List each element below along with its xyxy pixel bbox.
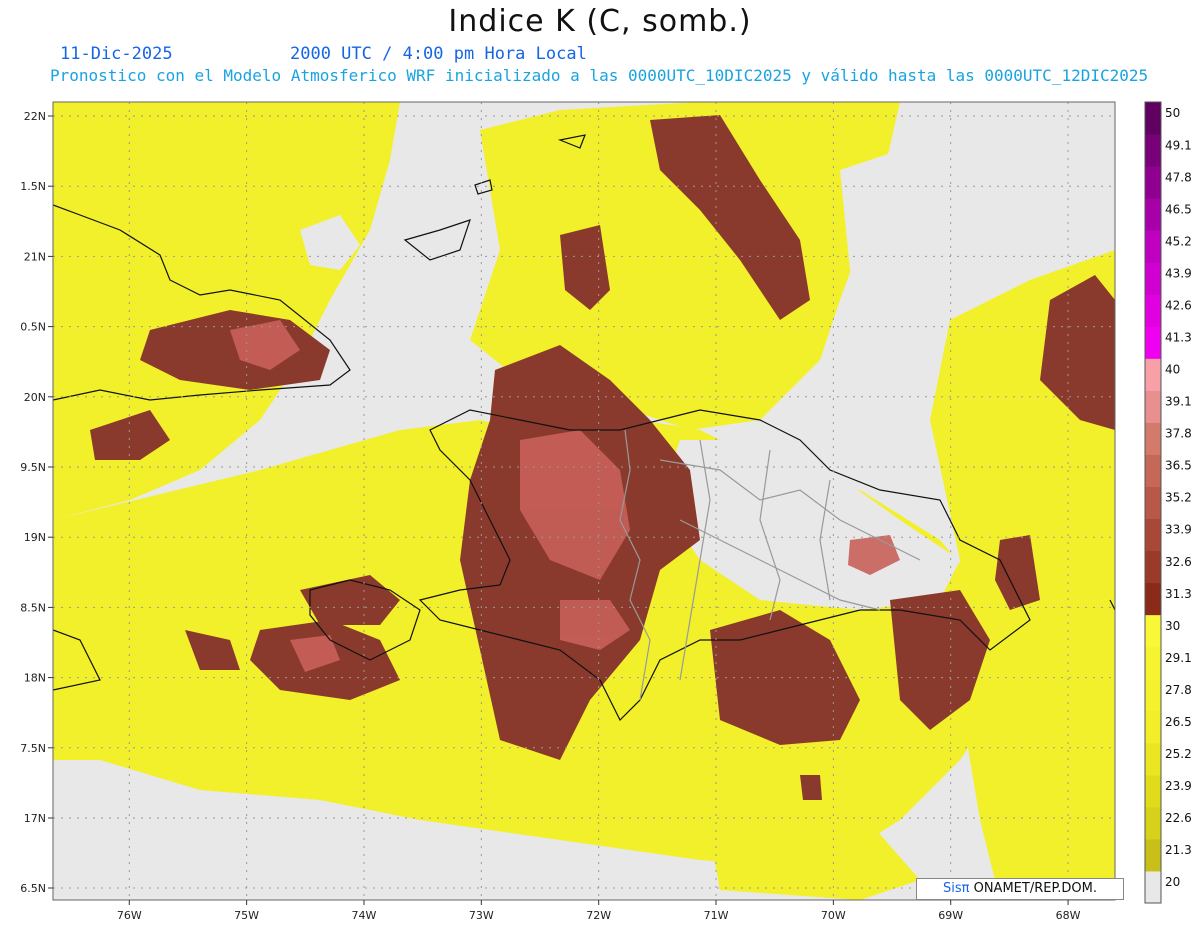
credit-brand: Sisπ [943, 881, 970, 896]
lat-tick-label: 17N [24, 812, 46, 825]
colorbar-swatch [1145, 614, 1161, 648]
color-legend: 20 21.3 22.6 23.9 25.2 26.5 27.8 29.1 30 31.3 32.6… [1144, 101, 1192, 904]
longitude-axis: 76W 75W 74W 73W 72W 71W 70W 69W 68W [117, 900, 1081, 922]
lat-tick-label: 9.5N [20, 461, 46, 474]
colorbar-swatch [1145, 806, 1161, 840]
lat-tick-label: 7.5N [20, 742, 46, 755]
brown-region-south-2 [800, 775, 822, 800]
lat-tick-label: 18N [24, 672, 46, 685]
colorbar-label: 33.9 [1165, 523, 1192, 537]
colorbar-label: 41.3 [1165, 330, 1192, 344]
colorbar-label: 21.3 [1165, 843, 1192, 857]
colorbar-label: 25.2 [1165, 747, 1192, 761]
lon-tick-label: 76W [117, 909, 142, 922]
colorbar-label: 31.3 [1165, 587, 1192, 601]
colorbar-swatch [1145, 166, 1161, 199]
lon-tick-label: 72W [586, 909, 611, 922]
colorbar-label: 39.1 [1165, 395, 1192, 409]
colorbar-swatch [1145, 390, 1161, 423]
colorbar-label: 26.5 [1165, 715, 1192, 729]
lat-tick-label: 0.5N [20, 321, 46, 334]
colorbar-label: 27.8 [1165, 683, 1192, 697]
colorbar-label: 23.9 [1165, 779, 1192, 793]
lat-tick-label: 1.5N [20, 180, 46, 193]
colorbar-label: 50 [1165, 106, 1180, 120]
colorbar-label: 36.5 [1165, 459, 1192, 473]
colorbar-swatch [1145, 646, 1161, 680]
colorbar-swatch [1145, 198, 1161, 231]
colorbar-swatch [1145, 486, 1161, 520]
lon-tick-label: 74W [352, 909, 377, 922]
colorbar-swatch [1145, 358, 1161, 391]
colorbar-swatch [1145, 582, 1161, 616]
colorbar-swatch [1145, 262, 1161, 295]
colorbar-label: 30 [1165, 619, 1180, 633]
lon-tick-label: 71W [704, 909, 729, 922]
lon-tick-label: 73W [469, 909, 494, 922]
lat-tick-label: 19N [24, 531, 46, 544]
lon-tick-label: 70W [821, 909, 846, 922]
colorbar-label: 32.6 [1165, 555, 1192, 569]
colorbar-label: 46.5 [1165, 202, 1192, 216]
colorbar-label: 43.9 [1165, 266, 1192, 280]
lat-tick-label: 6.5N [20, 882, 46, 895]
colorbar-swatch [1145, 678, 1161, 712]
colorbar-label: 40 [1165, 363, 1180, 377]
colorbar-swatch [1145, 710, 1161, 744]
colorbar-swatch [1145, 134, 1161, 167]
lat-tick-label: 22N [24, 110, 46, 123]
colorbar-swatch [1145, 550, 1161, 584]
colorbar-swatch [1145, 454, 1161, 487]
colorbar-swatch [1145, 742, 1161, 776]
lat-tick-label: 21N [24, 250, 46, 263]
lat-tick-label: 8.5N [20, 601, 46, 614]
colorbar-label: 37.8 [1165, 427, 1192, 441]
colorbar-swatch [1145, 294, 1161, 327]
colorbar-label: 29.1 [1165, 651, 1192, 665]
lon-tick-label: 69W [938, 909, 963, 922]
colorbar-label: 49.1 [1165, 138, 1192, 152]
colorbar-label: 22.6 [1165, 811, 1192, 825]
weather-map: 76W 75W 74W 73W 72W 71W 70W 69W 68W 22N 1.5N 21N 0.… [20, 101, 1192, 922]
colorbar-swatch [1145, 326, 1161, 359]
colorbar-swatch [1145, 518, 1161, 552]
colorbar-swatch [1145, 774, 1161, 808]
lon-tick-label: 68W [1056, 909, 1081, 922]
colorbar-label: 35.2 [1165, 491, 1192, 505]
colorbar-label: 45.2 [1165, 234, 1192, 248]
colorbar-swatch [1145, 838, 1161, 872]
credit-box: Sisπ ONAMET/REP.DOM. [916, 878, 1124, 900]
colorbar-label: 20 [1165, 875, 1180, 889]
colorbar-label: 42.6 [1165, 298, 1192, 312]
latitude-axis: 22N 1.5N 21N 0.5N 20N 9.5N 19N 8.5N 18N 7.5N 17N 6.… [20, 110, 53, 895]
colorbar-swatch [1145, 422, 1161, 455]
credit-text: ONAMET/REP.DOM. [969, 881, 1097, 896]
colorbar-swatch [1145, 870, 1161, 904]
lon-tick-label: 75W [234, 909, 259, 922]
lat-tick-label: 20N [24, 391, 46, 404]
colorbar-label: 47.8 [1165, 170, 1192, 184]
colorbar-swatch [1145, 230, 1161, 263]
colorbar-swatch [1145, 102, 1161, 135]
